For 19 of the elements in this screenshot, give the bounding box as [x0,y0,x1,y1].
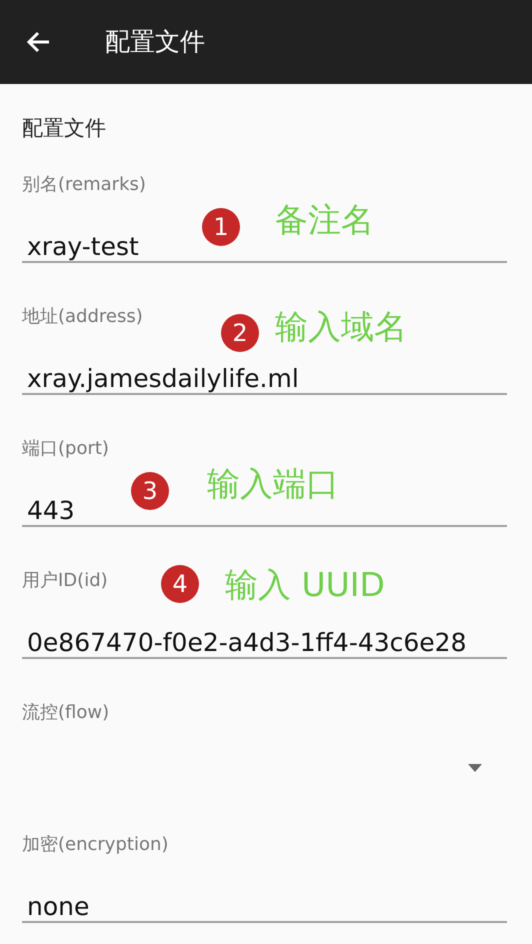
annotation-text: 输入域名 [275,307,407,347]
back-arrow-icon [25,30,51,54]
input-field[interactable]: none [22,891,507,923]
field-label: 别名(remarks) [22,174,146,195]
step-number-badge: 3 [131,472,169,510]
section-title: 配置文件 [22,116,106,141]
annotation-text: 输入 UUID [225,565,385,605]
step-number-badge: 4 [161,565,199,603]
field-label: 地址(address) [22,306,143,327]
dropdown-arrow-icon [468,764,482,772]
field-label: 端口(port) [22,438,109,459]
field-label: 流控(flow) [22,702,110,723]
field-label: 加密(encryption) [22,834,168,855]
field-label: 用户ID(id) [22,570,108,591]
input-field[interactable]: 0e867470-f0e2-a4d3-1ff4-43c6e28 [22,627,507,659]
step-number-badge: 2 [221,314,259,352]
step-number-badge: 1 [202,208,240,246]
screen-title: 配置文件 [105,26,205,58]
input-field[interactable]: xray.jamesdailylife.ml [22,363,507,395]
